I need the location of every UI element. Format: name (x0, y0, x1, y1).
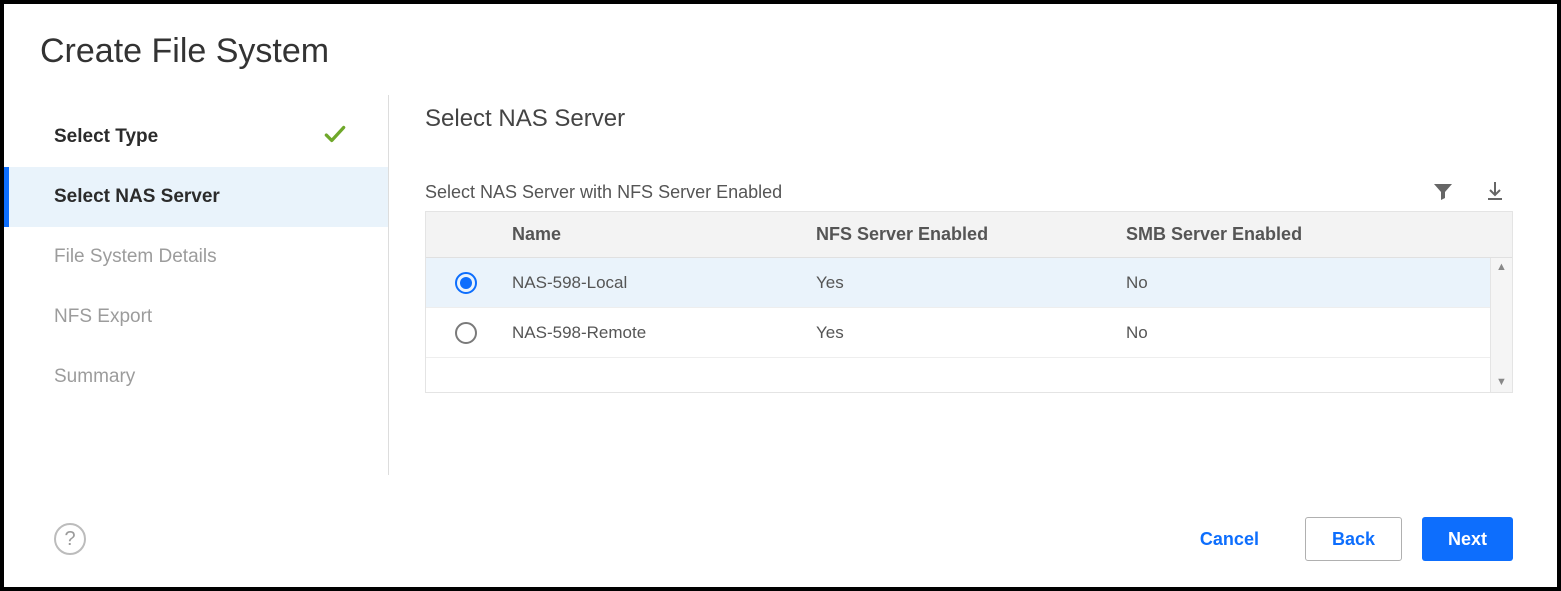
wizard-step-select-type[interactable]: Select Type (4, 107, 388, 167)
table-row[interactable]: NAS-598-Remote Yes No (426, 308, 1512, 358)
wizard-step-label: Select NAS Server (54, 186, 220, 208)
dialog-body: Select Type Select NAS Server File Syste… (4, 95, 1557, 475)
cell-nfs: Yes (816, 323, 1126, 343)
download-icon[interactable] (1483, 179, 1507, 203)
select-nas-server-panel: Select NAS Server Select NAS Server with… (389, 95, 1557, 475)
cell-smb: No (1126, 323, 1512, 343)
row-radio[interactable] (426, 272, 506, 294)
radio-icon (455, 322, 477, 344)
wizard-step-file-system-details[interactable]: File System Details (4, 227, 388, 287)
wizard-steps-nav: Select Type Select NAS Server File Syste… (4, 95, 389, 475)
column-header-nfs-enabled[interactable]: NFS Server Enabled (816, 224, 1126, 245)
radio-icon (455, 272, 477, 294)
wizard-step-label: File System Details (54, 246, 217, 268)
cell-nfs: Yes (816, 273, 1126, 293)
wizard-step-select-nas-server[interactable]: Select NAS Server (4, 167, 388, 227)
table-vertical-scrollbar[interactable]: ▲ ▼ (1490, 258, 1512, 392)
scroll-up-icon[interactable]: ▲ (1496, 262, 1507, 273)
cell-name: NAS-598-Remote (506, 323, 816, 343)
cancel-button[interactable]: Cancel (1174, 517, 1285, 561)
table-toolbar-actions (1431, 179, 1513, 203)
footer-buttons: Cancel Back Next (1174, 517, 1513, 561)
panel-title: Select NAS Server (425, 105, 1513, 133)
dialog-footer: ? Cancel Back Next (4, 517, 1557, 561)
table-caption: Select NAS Server with NFS Server Enable… (425, 182, 782, 203)
help-icon[interactable]: ? (54, 523, 86, 555)
wizard-step-nfs-export[interactable]: NFS Export (4, 287, 388, 347)
next-button[interactable]: Next (1422, 517, 1513, 561)
table-row[interactable]: NAS-598-Local Yes No (426, 258, 1512, 308)
wizard-step-summary[interactable]: Summary (4, 347, 388, 407)
create-file-system-dialog: Create File System Select Type Select NA… (0, 0, 1561, 591)
cell-smb: No (1126, 273, 1512, 293)
wizard-step-label: NFS Export (54, 306, 152, 328)
table-toolbar: Select NAS Server with NFS Server Enable… (425, 179, 1513, 203)
cell-name: NAS-598-Local (506, 273, 816, 293)
check-icon (322, 121, 348, 153)
page-title: Create File System (4, 32, 1557, 95)
filter-icon[interactable] (1431, 179, 1455, 203)
scroll-down-icon[interactable]: ▼ (1496, 377, 1507, 388)
column-header-name[interactable]: Name (506, 224, 816, 245)
table-body: NAS-598-Local Yes No NAS-598-Remote Yes … (426, 258, 1512, 392)
back-button[interactable]: Back (1305, 517, 1402, 561)
column-header-smb-enabled[interactable]: SMB Server Enabled (1126, 224, 1512, 245)
nas-server-table: Name NFS Server Enabled SMB Server Enabl… (425, 211, 1513, 393)
row-radio[interactable] (426, 322, 506, 344)
wizard-step-label: Summary (54, 366, 135, 388)
wizard-step-label: Select Type (54, 126, 158, 148)
table-header-row: Name NFS Server Enabled SMB Server Enabl… (426, 212, 1512, 258)
